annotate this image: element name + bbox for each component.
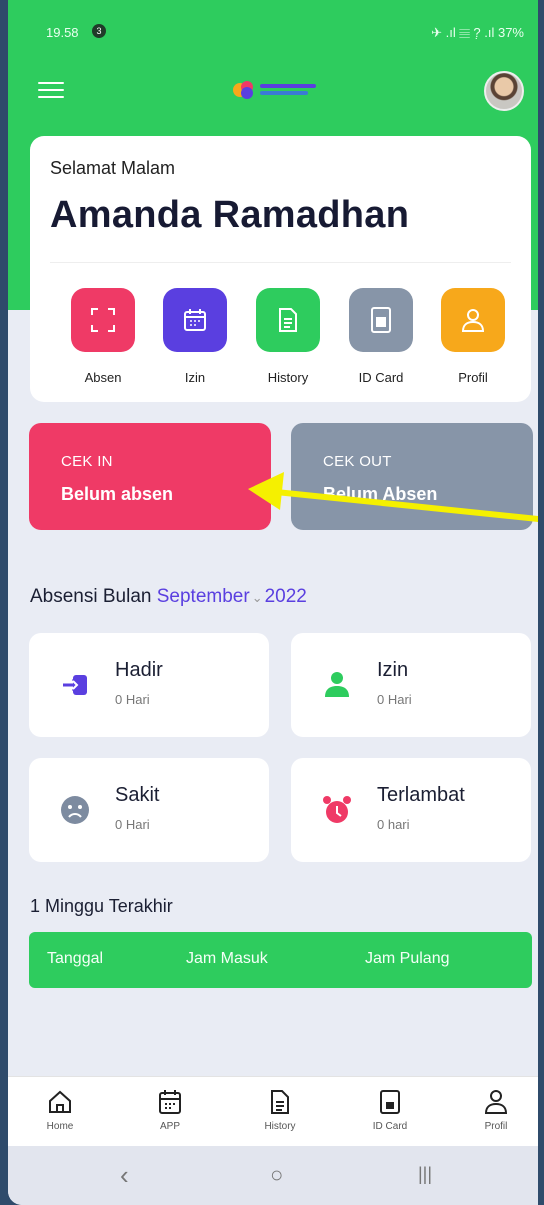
stat-hadir-card[interactable]: Hadir 0 Hari xyxy=(29,633,269,737)
quick-label: Izin xyxy=(184,370,206,385)
nav-profil[interactable]: Profil xyxy=(461,1089,531,1132)
quick-id-card[interactable]: ID Card xyxy=(349,288,413,385)
nav-label: APP xyxy=(159,1121,180,1132)
annotation-arrow xyxy=(248,472,538,522)
last-week-table-header: Tanggal Jam Masuk Jam Pulang xyxy=(29,932,532,988)
stat-count: 0 Hari xyxy=(377,692,412,707)
chevron-down-icon: ⌄ xyxy=(251,590,263,605)
check-out-label: CEK OUT xyxy=(323,453,392,470)
year-select[interactable]: 2022 xyxy=(265,586,307,607)
nav-home[interactable]: Home xyxy=(25,1089,95,1132)
quick-history[interactable]: History xyxy=(256,288,320,385)
calendar-icon xyxy=(163,288,227,352)
nav-app[interactable]: APP xyxy=(135,1089,205,1132)
document-icon xyxy=(256,288,320,352)
nav-id-card[interactable]: ID Card xyxy=(355,1089,425,1132)
stat-sakit-card[interactable]: Sakit 0 Hari xyxy=(29,758,269,862)
stat-terlambat-card[interactable]: Terlambat 0 hari xyxy=(291,758,531,862)
greeting-card: Selamat Malam Amanda Ramadhan Absen Izin… xyxy=(30,136,531,402)
last-week-title: 1 Minggu Terakhir xyxy=(30,896,173,916)
document-icon xyxy=(271,1090,289,1114)
greeting-text: Selamat Malam xyxy=(50,158,176,178)
user-icon xyxy=(441,288,505,352)
column-header: Tanggal xyxy=(47,950,104,967)
id-card-icon xyxy=(349,288,413,352)
stat-title: Hadir xyxy=(115,659,163,681)
quick-label: ID Card xyxy=(358,370,404,385)
status-time: 19.58 xyxy=(46,25,79,40)
system-navigation-bar: ‹ ○ ||| xyxy=(8,1146,538,1205)
status-indicators: ✈ .ıl 𝄙 ?̣ .ıl 37% xyxy=(431,25,524,40)
column-header: Jam Pulang xyxy=(365,950,450,967)
id-card-icon xyxy=(380,1090,400,1114)
quick-izin[interactable]: Izin xyxy=(163,288,227,385)
nav-label: ID Card xyxy=(372,1121,408,1132)
profile-avatar[interactable] xyxy=(484,71,524,111)
column-header: Jam Masuk xyxy=(186,950,268,967)
login-icon xyxy=(63,675,87,695)
nav-label: Profil xyxy=(484,1121,508,1132)
check-in-label: CEK IN xyxy=(61,453,113,470)
stat-title: Izin xyxy=(377,659,409,681)
app-screen: 19.58 3 ✈ .ıl 𝄙 ?̣ .ıl 37% Selamat Malam… xyxy=(8,0,538,1205)
nav-history[interactable]: History xyxy=(245,1089,315,1132)
recent-apps-button[interactable]: ||| xyxy=(418,1164,432,1185)
stat-count: 0 hari xyxy=(377,817,410,832)
nav-label: Home xyxy=(46,1121,74,1132)
status-bar: 19.58 3 ✈ .ıl 𝄙 ?̣ .ıl 37% xyxy=(8,0,538,60)
month-prefix: Absensi Bulan xyxy=(30,586,152,607)
person-icon xyxy=(325,672,349,697)
alarm-clock-icon xyxy=(323,796,351,823)
calendar-icon xyxy=(159,1090,181,1114)
home-icon xyxy=(49,1090,71,1113)
hamburger-menu-icon[interactable] xyxy=(38,82,64,98)
attendance-month-row: Absensi Bulan September ⌄ 2022 xyxy=(30,586,307,608)
app-logo xyxy=(233,81,316,99)
quick-profil[interactable]: Profil xyxy=(441,288,505,385)
scan-icon xyxy=(71,288,135,352)
quick-label: Absen xyxy=(84,370,122,385)
stat-count: 0 Hari xyxy=(115,817,150,832)
user-name: Amanda Ramadhan xyxy=(50,194,410,236)
user-icon xyxy=(484,1090,508,1114)
stat-izin-card[interactable]: Izin 0 Hari xyxy=(291,633,531,737)
nav-label: History xyxy=(264,1121,296,1132)
back-button[interactable]: ‹ xyxy=(120,1160,129,1191)
bottom-navigation: Home APP History ID Card Profil xyxy=(8,1076,538,1146)
month-select[interactable]: September ⌄ 2022 xyxy=(157,586,307,607)
check-in-status: Belum absen xyxy=(61,484,174,504)
quick-label: History xyxy=(267,370,309,385)
check-in-card[interactable]: CEK IN Belum absen xyxy=(29,423,271,530)
stat-title: Sakit xyxy=(115,784,160,806)
quick-label: Profil xyxy=(458,370,488,385)
quick-absen[interactable]: Absen xyxy=(71,288,135,385)
home-button[interactable]: ○ xyxy=(270,1162,283,1188)
sad-face-icon xyxy=(61,796,89,824)
stat-count: 0 Hari xyxy=(115,692,150,707)
divider xyxy=(50,262,511,263)
stat-title: Terlambat xyxy=(377,784,465,806)
notification-icon: 3 xyxy=(92,24,106,38)
